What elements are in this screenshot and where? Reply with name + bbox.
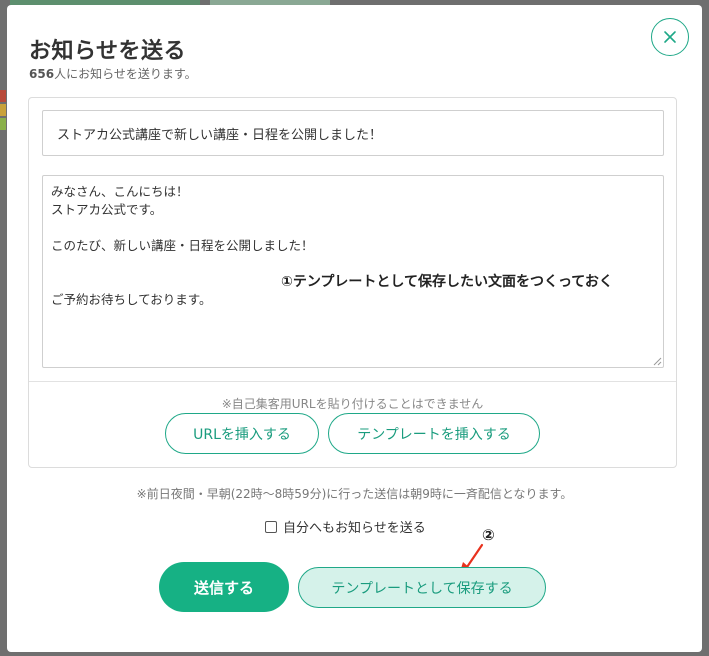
self-notify-label: 自分へもお知らせを送る — [283, 521, 426, 536]
background-accent — [0, 90, 6, 102]
message-form-card: みなさん、こんにちは！ ストアカ公式です。 このたび、新しい講座・日程を公開しま… — [28, 97, 677, 468]
insert-template-button[interactable]: テンプレートを挿入する — [328, 413, 540, 454]
background-accent — [0, 104, 6, 116]
send-notice-modal: お知らせを送る 656人にお知らせを送ります。 みなさん、こんにちは！ ストアカ… — [7, 5, 702, 652]
self-notify-checkbox[interactable] — [265, 520, 277, 533]
save-as-template-button[interactable]: テンプレートとして保存する — [298, 567, 546, 608]
night-delivery-note: ※前日夜間・早朝(22時〜8時59分)に行った送信は朝9時に一斉配信となります。 — [136, 487, 573, 501]
send-button[interactable]: 送信する — [159, 562, 289, 612]
recipient-suffix: 人にお知らせを送ります。 — [54, 67, 197, 81]
close-icon — [664, 31, 676, 43]
insert-url-button[interactable]: URLを挿入する — [165, 413, 319, 454]
recipient-count: 656 — [29, 67, 55, 81]
modal-title: お知らせを送る — [29, 39, 187, 64]
subject-input[interactable] — [42, 110, 664, 156]
self-notify-option[interactable]: 自分へもお知らせを送る — [265, 517, 426, 536]
resize-handle-icon[interactable] — [653, 357, 662, 366]
annotation-step1: ①テンプレートとして保存したい文面をつくっておく — [281, 274, 613, 290]
card-divider — [29, 381, 676, 382]
background-accent — [0, 118, 6, 130]
url-note: ※自己集客用URLを貼り付けることはできません — [221, 397, 484, 411]
recipient-summary: 656人にお知らせを送ります。 — [29, 65, 197, 82]
close-button[interactable] — [651, 18, 689, 56]
